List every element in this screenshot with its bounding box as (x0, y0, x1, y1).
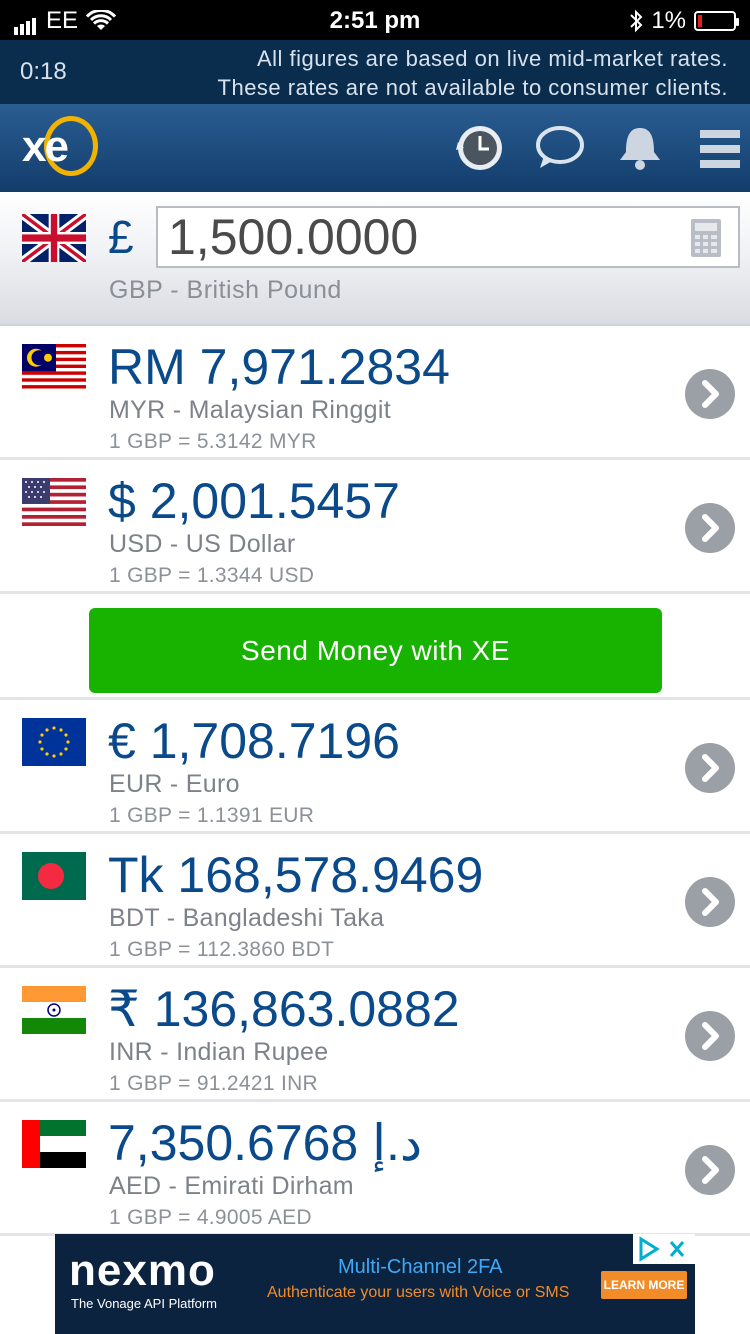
calculator-icon[interactable] (690, 218, 722, 258)
xe-logo: xe (18, 116, 102, 180)
rates-notice: 0:18 All figures are based on live mid-m… (0, 40, 750, 104)
ad-banner[interactable]: nexmo The Vonage API Platform Multi-Chan… (55, 1234, 695, 1334)
currency-row-bdt[interactable]: Tk 168,578.9469 BDT - Bangladeshi Taka 1… (0, 834, 750, 968)
status-bar: EE 2:51 pm 1% (0, 0, 750, 40)
ad-choices-icon[interactable] (633, 1234, 695, 1264)
chevron-right-icon[interactable] (685, 877, 735, 927)
status-right: 1% (629, 7, 739, 35)
converted-amount: € 1,708.7196 (108, 713, 400, 769)
converted-amount: $ 2,001.5457 (108, 473, 400, 529)
currency-row-myr[interactable]: RM 7,971.2834 MYR - Malaysian Ringgit 1 … (0, 326, 750, 460)
malaysia-flag-icon (22, 344, 86, 392)
bangladesh-flag-icon (22, 852, 86, 900)
exchange-rate: 1 GBP = 4.9005 AED (109, 1206, 312, 1229)
chevron-right-icon[interactable] (685, 743, 735, 793)
ad-subline: Authenticate your users with Voice or SM… (267, 1284, 570, 1301)
uk-flag-icon[interactable] (22, 214, 86, 262)
uae-flag-icon (22, 1120, 86, 1168)
chat-icon[interactable] (534, 122, 586, 174)
currency-row-usd[interactable]: $ 2,001.5457 USD - US Dollar 1 GBP = 1.3… (0, 460, 750, 594)
converted-amount: د.إ 7,350.6768 (108, 1115, 423, 1171)
eu-flag-icon (22, 718, 86, 766)
currency-name: AED - Emirati Dirham (109, 1172, 354, 1200)
bluetooth-icon (630, 9, 643, 33)
india-flag-icon (22, 986, 86, 1034)
battery-percent: 1% (651, 7, 686, 34)
exchange-rate: 1 GBP = 91.2421 INR (109, 1072, 319, 1095)
amount-input[interactable] (156, 206, 740, 268)
currency-row-inr[interactable]: ₹ 136,863.0882 INR - Indian Rupee 1 GBP … (0, 968, 750, 1102)
converted-amount: RM 7,971.2834 (108, 339, 450, 395)
converted-amount: ₹ 136,863.0882 (108, 981, 460, 1037)
history-icon[interactable] (454, 122, 506, 174)
send-money-button[interactable]: Send Money with XE (89, 608, 662, 693)
currency-name: EUR - Euro (109, 770, 240, 798)
chevron-right-icon[interactable] (685, 369, 735, 419)
battery-icon (694, 11, 739, 31)
currency-row-eur[interactable]: € 1,708.7196 EUR - Euro 1 GBP = 1.1391 E… (0, 700, 750, 834)
notice-text: All figures are based on live mid-market… (218, 44, 728, 102)
menu-icon[interactable] (694, 122, 746, 174)
base-currency: £ GBP - British Pound (0, 192, 750, 326)
exchange-rate: 1 GBP = 1.1391 EUR (109, 804, 315, 827)
notice-line-1: All figures are based on live mid-market… (256, 46, 728, 71)
base-currency-name: GBP - British Pound (109, 276, 342, 304)
ad-brand: nexmo (69, 1246, 216, 1295)
currency-row-aed[interactable]: د.إ 7,350.6768 AED - Emirati Dirham 1 GB… (0, 1102, 750, 1236)
currency-name: INR - Indian Rupee (109, 1038, 329, 1066)
ad-tagline: The Vonage API Platform (71, 1296, 217, 1311)
exchange-rate: 1 GBP = 1.3344 USD (109, 564, 315, 587)
exchange-rate: 1 GBP = 5.3142 MYR (109, 430, 317, 453)
currency-name: USD - US Dollar (109, 530, 296, 558)
exchange-rate: 1 GBP = 112.3860 BDT (109, 938, 335, 961)
currency-name: MYR - Malaysian Ringgit (109, 396, 391, 424)
base-currency-symbol: £ (108, 211, 134, 263)
currency-name: BDT - Bangladeshi Taka (109, 904, 385, 932)
refresh-timer: 0:18 (20, 58, 67, 85)
chevron-right-icon[interactable] (685, 1145, 735, 1195)
app-header: xe (0, 104, 750, 192)
usa-flag-icon (22, 478, 86, 526)
send-money-section: Send Money with XE (0, 598, 750, 700)
chevron-right-icon[interactable] (685, 503, 735, 553)
ad-learn-more-button[interactable]: LEARN MORE (601, 1271, 687, 1299)
notice-line-2: These rates are not available to consume… (217, 75, 728, 100)
ad-headline: Multi-Channel 2FA (338, 1256, 503, 1278)
bell-icon[interactable] (614, 122, 666, 174)
chevron-right-icon[interactable] (685, 1011, 735, 1061)
logo-text: xe (22, 122, 69, 171)
converted-amount: Tk 168,578.9469 (108, 847, 484, 903)
